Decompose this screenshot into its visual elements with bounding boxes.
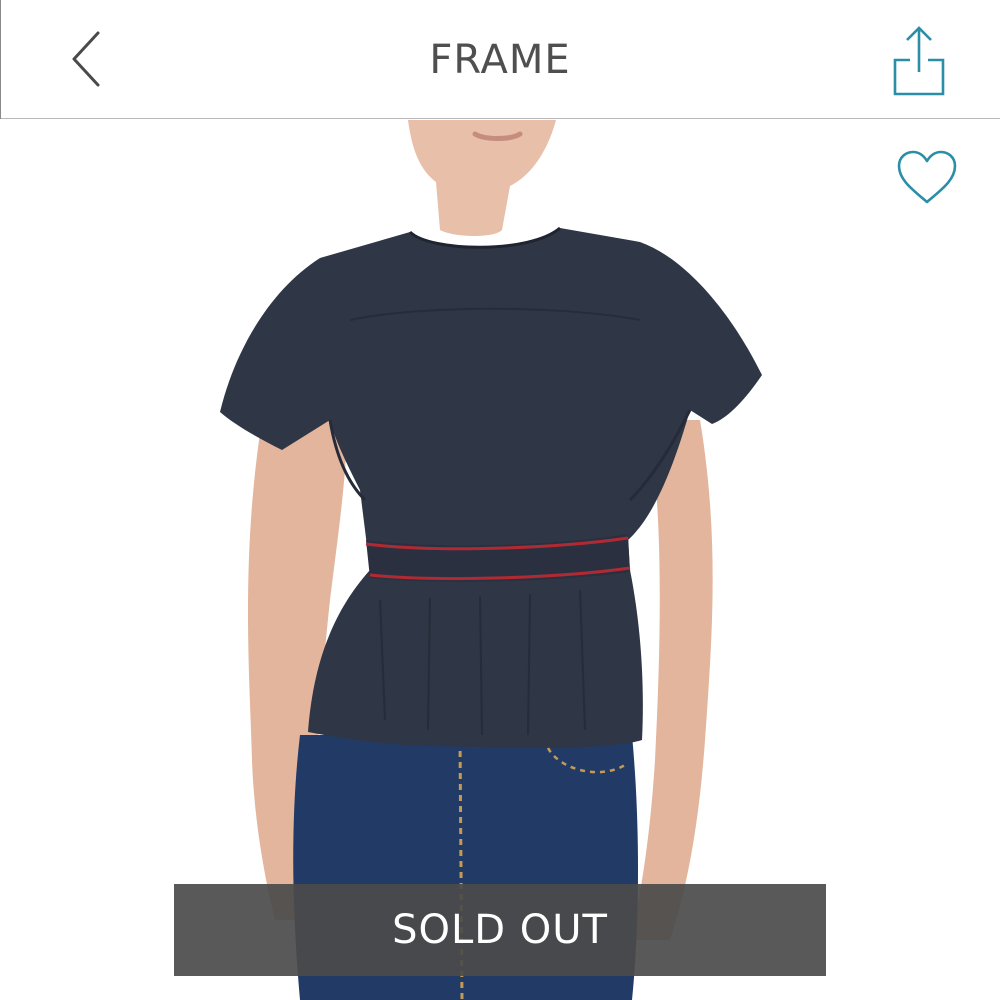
top-navigation-bar: FRAME	[0, 0, 1000, 119]
brand-title: FRAME	[429, 37, 571, 83]
sold-out-label: SOLD OUT	[392, 907, 608, 953]
sold-out-banner: SOLD OUT	[174, 884, 826, 976]
favorite-button[interactable]	[893, 148, 961, 208]
share-button[interactable]	[886, 20, 956, 102]
share-icon	[893, 26, 945, 96]
product-image-area	[0, 120, 1000, 1000]
product-photo[interactable]	[0, 120, 1000, 1000]
heart-outline-icon	[897, 150, 957, 204]
